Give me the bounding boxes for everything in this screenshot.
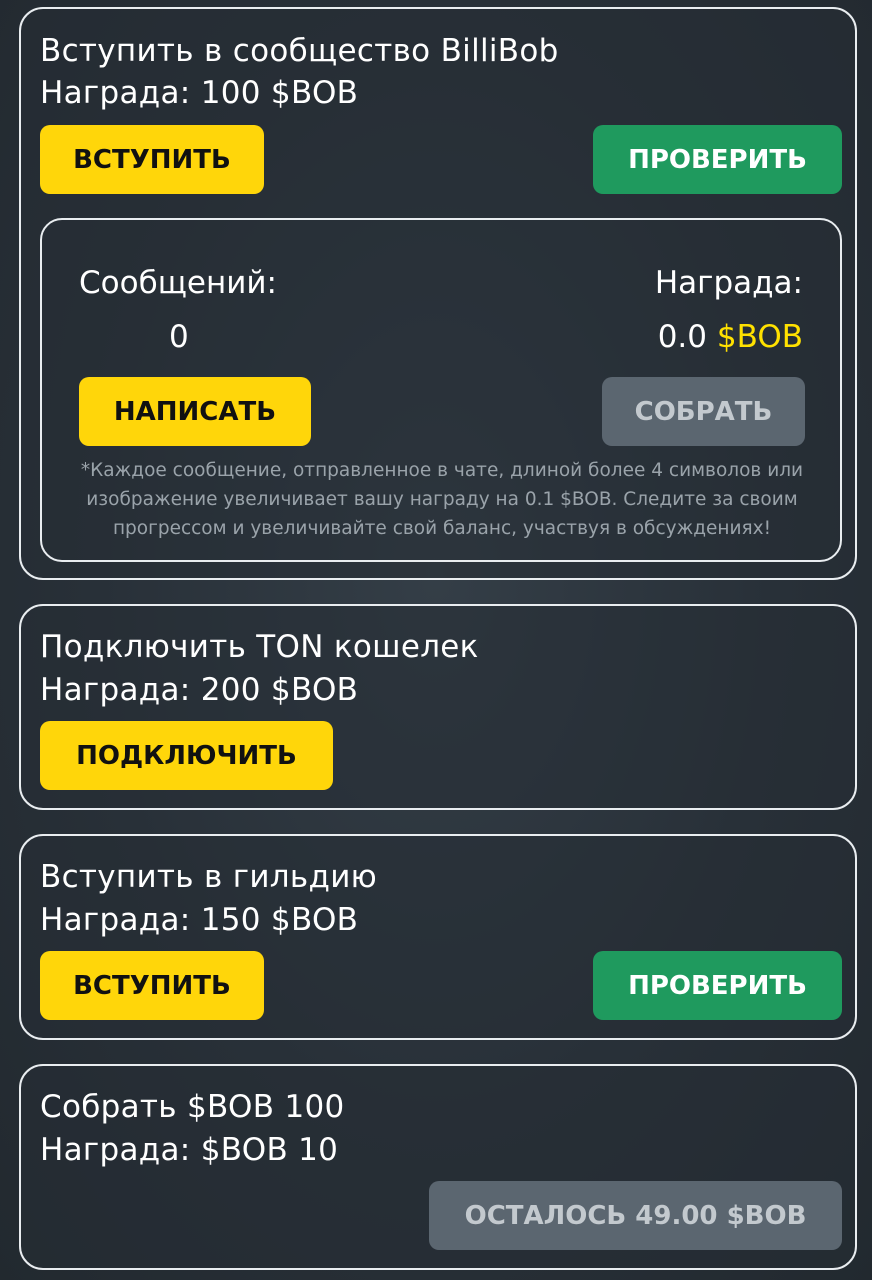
task-card-connect-wallet: Подключить TON кошелек Награда: 200 $BOB… xyxy=(19,604,857,810)
task-title: Собрать $BOB 100 xyxy=(40,1089,345,1125)
connect-wallet-button[interactable]: ПОДКЛЮЧИТЬ xyxy=(40,721,333,790)
chat-rewards-panel: Сообщений: 0 Награда: 0.0 $BOB НАПИСАТЬ … xyxy=(40,218,842,562)
join-button[interactable]: ВСТУПИТЬ xyxy=(40,125,264,194)
task-title: Подключить TON кошелек xyxy=(40,629,479,665)
task-reward: Награда: 200 $BOB xyxy=(40,672,359,708)
task-card-join-community: Вступить в сообщество BilliBob Награда: … xyxy=(19,7,857,580)
task-reward: Награда: 150 $BOB xyxy=(40,902,359,938)
chat-reward-currency: $BOB xyxy=(716,319,803,355)
task-card-collect-bob: Собрать $BOB 100 Награда: $BOB 10 ОСТАЛО… xyxy=(19,1064,857,1270)
task-card-join-guild: Вступить в гильдию Награда: 150 $BOB ВСТ… xyxy=(19,834,857,1040)
remaining-button[interactable]: ОСТАЛОСЬ 49.00 $BOB xyxy=(429,1181,842,1250)
task-reward: Награда: 100 $BOB xyxy=(40,75,359,111)
collect-button[interactable]: СОБРАТЬ xyxy=(602,377,805,446)
task-title: Вступить в гильдию xyxy=(40,859,378,895)
task-title: Вступить в сообщество BilliBob xyxy=(40,33,559,69)
chat-reward-amount: 0.0 $BOB xyxy=(658,317,803,357)
messages-label: Сообщений: xyxy=(79,265,277,301)
check-guild-button[interactable]: ПРОВЕРИТЬ xyxy=(593,951,842,1020)
task-reward: Награда: $BOB 10 xyxy=(40,1132,339,1168)
messages-count: 0 xyxy=(169,319,189,355)
chat-rewards-note: *Каждое сообщение, отправленное в чате, … xyxy=(80,460,804,539)
chat-reward-value: 0.0 xyxy=(657,319,708,355)
chat-reward-label: Награда: xyxy=(654,265,803,301)
check-button[interactable]: ПРОВЕРИТЬ xyxy=(593,125,842,194)
write-button[interactable]: НАПИСАТЬ xyxy=(79,377,311,446)
join-guild-button[interactable]: ВСТУПИТЬ xyxy=(40,951,264,1020)
